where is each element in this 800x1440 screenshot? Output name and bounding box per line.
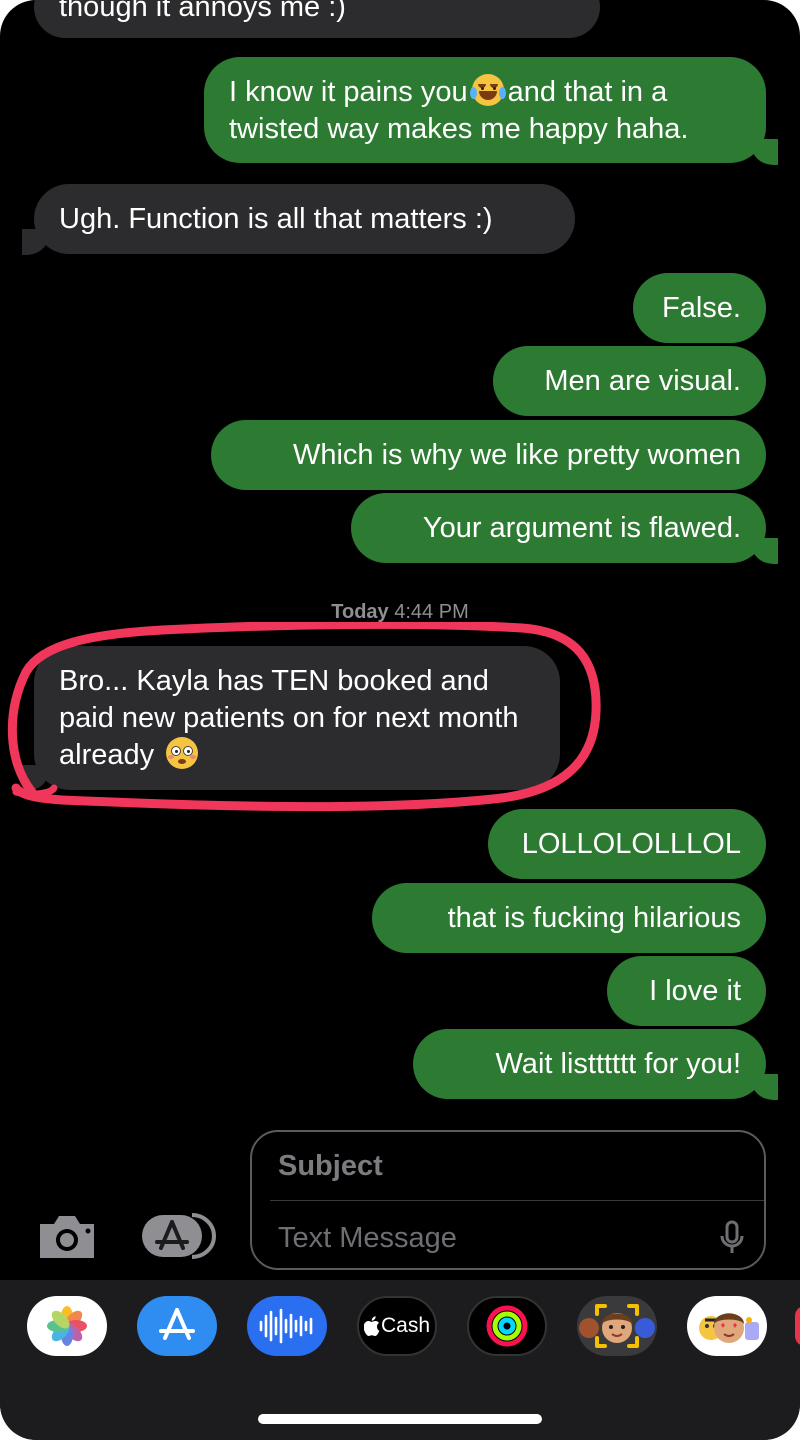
message-incoming[interactable]: though it annoys me :): [34, 0, 600, 38]
subject-input[interactable]: Subject: [278, 1150, 383, 1183]
message-outgoing[interactable]: that is fucking hilarious: [372, 883, 766, 953]
camera-icon: [40, 1216, 94, 1258]
camera-button[interactable]: [36, 1212, 98, 1265]
timestamp-time: 4:44 PM: [394, 601, 469, 623]
apps-button[interactable]: [140, 1212, 218, 1265]
message-text: Ugh. Function is all that matters :): [59, 202, 493, 235]
home-indicator[interactable]: [258, 1414, 542, 1424]
message-outgoing[interactable]: I know it pains you and that in a twisted…: [204, 57, 766, 163]
bubble-tail: [752, 538, 778, 564]
message-text: Your argument is flawed.: [422, 511, 741, 544]
message-incoming[interactable]: Ugh. Function is all that matters :): [34, 184, 575, 254]
dictation-button[interactable]: [720, 1220, 744, 1261]
timestamp-day: Today: [331, 601, 389, 623]
activity-rings-icon: [486, 1305, 528, 1347]
timestamp: Today 4:44 PM: [0, 601, 800, 624]
message-text: though it annoys me :): [59, 0, 346, 23]
app-store-icon: [159, 1308, 195, 1340]
message-text: Men are visual.: [544, 364, 741, 397]
photos-icon: [47, 1306, 87, 1346]
memoji-icon: [579, 1304, 655, 1348]
message-outgoing[interactable]: I love it: [607, 956, 766, 1026]
face-with-tears-of-joy-icon: [469, 74, 506, 106]
message-text: twisted way makes me happy haha.: [229, 113, 689, 145]
messages-screen: though it annoys me :) I know it pains y…: [0, 0, 800, 1440]
message-text: Which is why we like pretty women: [292, 438, 741, 471]
bubble-tail: [22, 229, 48, 255]
message-outgoing[interactable]: False.: [633, 273, 766, 343]
apple-logo-icon: [363, 1316, 380, 1336]
message-text: False.: [662, 291, 741, 324]
message-input[interactable]: Text Message: [278, 1222, 457, 1255]
message-outgoing[interactable]: Your argument is flawed.: [351, 493, 766, 563]
bubble-tail: [752, 139, 778, 165]
compose-field[interactable]: Subject Text Message: [250, 1130, 766, 1270]
message-text: I know it pains you: [229, 76, 468, 108]
message-outgoing[interactable]: Which is why we like pretty women: [211, 420, 766, 490]
compose-divider: [270, 1200, 764, 1201]
app-drawer-overflow[interactable]: [795, 1306, 800, 1346]
app-drawer-memoji[interactable]: [577, 1296, 657, 1356]
app-drawer-app-store[interactable]: [137, 1296, 217, 1356]
app-drawer-memoji-stickers[interactable]: [687, 1296, 767, 1356]
bubble-tail: [752, 1074, 778, 1100]
red-highlight-scribble: [7, 622, 601, 812]
message-text: and that in a: [507, 76, 668, 108]
app-drawer-photos[interactable]: [27, 1296, 107, 1356]
message-text: Wait listttttt for you!: [495, 1047, 741, 1080]
message-outgoing[interactable]: Men are visual.: [493, 346, 766, 416]
memoji-stickers-icon: [699, 1313, 759, 1343]
message-outgoing[interactable]: Wait listttttt for you!: [413, 1029, 766, 1099]
message-text: I love it: [649, 974, 741, 1007]
app-store-icon: [142, 1213, 216, 1259]
app-drawer-apple-cash[interactable]: Cash: [357, 1296, 437, 1356]
apple-cash-label: Cash: [380, 1314, 431, 1337]
app-drawer-audio-message[interactable]: [247, 1296, 327, 1356]
message-text: LOLLOLOLLLOL: [521, 827, 741, 860]
audio-waveform-icon: [259, 1308, 313, 1344]
message-outgoing[interactable]: LOLLOLOLLLOL: [488, 809, 766, 879]
microphone-icon: [720, 1220, 744, 1253]
message-text: that is fucking hilarious: [447, 901, 741, 934]
app-drawer-activity[interactable]: [467, 1296, 547, 1356]
